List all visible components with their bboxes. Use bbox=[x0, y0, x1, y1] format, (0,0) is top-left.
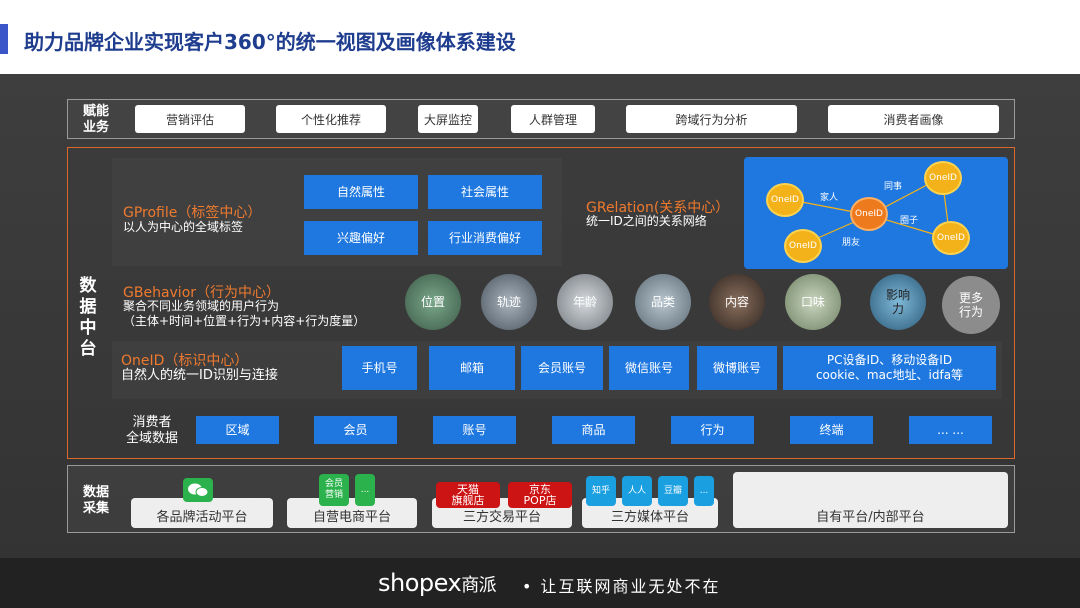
enable-business-label: 赋能 业务 bbox=[82, 104, 109, 135]
id-email[interactable]: 邮箱 bbox=[429, 346, 515, 390]
consumer-item-account[interactable]: 账号 bbox=[433, 416, 516, 444]
relation-friend: 朋友 bbox=[842, 238, 861, 248]
enable-item-marketing-eval[interactable]: 营销评估 bbox=[135, 105, 245, 133]
consumer-item-more[interactable]: ... ... bbox=[909, 416, 992, 444]
consumer-item-behavior[interactable]: 行为 bbox=[671, 416, 754, 444]
enable-item-consumer-portrait[interactable]: 消费者画像 bbox=[828, 105, 999, 133]
relation-family: 家人 bbox=[820, 193, 839, 203]
id-member-account[interactable]: 会员账号 bbox=[521, 346, 603, 390]
gprofile-title: GProfile（标签中心） bbox=[123, 205, 262, 221]
enable-item-crowd-management[interactable]: 人群管理 bbox=[511, 105, 595, 133]
tag-industry-consumption[interactable]: 行业消费偏好 bbox=[428, 221, 542, 255]
oneid-subtitle: 自然人的统一ID识别与连接 bbox=[121, 368, 278, 383]
oneid-node[interactable]: OneID bbox=[784, 229, 822, 263]
data-platform-label: 数 据 中 台 bbox=[79, 276, 97, 359]
platform-brand-activity[interactable]: 各品牌活动平台 bbox=[131, 498, 273, 528]
member-marketing-tile: 会员 营销 bbox=[319, 474, 349, 506]
platform-own-internal[interactable]: 自有平台/内部平台 bbox=[733, 472, 1008, 528]
logo-text: shopex bbox=[378, 569, 462, 597]
behavior-trajectory-icon[interactable]: 轨迹 bbox=[481, 274, 537, 330]
behavior-taste-icon[interactable]: 口味 bbox=[785, 274, 841, 330]
oneid-node[interactable]: OneID bbox=[924, 161, 962, 195]
tag-social-attr[interactable]: 社会属性 bbox=[428, 175, 542, 209]
behavior-influence-label: 影响力 bbox=[885, 288, 910, 316]
header-accent-bar bbox=[0, 24, 8, 54]
id-device-ids[interactable]: PC设备ID、移动设备ID cookie、mac地址、idfa等 bbox=[783, 346, 996, 390]
relation-colleague: 同事 bbox=[884, 182, 903, 192]
media-more-tile: ... bbox=[694, 476, 714, 506]
behavior-age-icon[interactable]: 年龄 bbox=[557, 274, 613, 330]
behavior-influence-icon[interactable]: 影响力 bbox=[870, 274, 926, 330]
page-title: 助力品牌企业实现客户360°的统一视图及画像体系建设 bbox=[24, 30, 516, 54]
id-wechat-account[interactable]: 微信账号 bbox=[609, 346, 689, 390]
behavior-location-icon[interactable]: 位置 bbox=[405, 274, 461, 330]
tmall-store-tile: 天猫 旗舰店 bbox=[436, 482, 500, 508]
enable-item-dashboard[interactable]: 大屏监控 bbox=[418, 105, 478, 133]
oneid-node[interactable]: OneID bbox=[932, 221, 970, 255]
tag-interest[interactable]: 兴趣偏好 bbox=[304, 221, 418, 255]
consumer-item-region[interactable]: 区域 bbox=[196, 416, 279, 444]
douban-tile: 豆瓣 bbox=[658, 476, 688, 506]
consumer-item-member[interactable]: 会员 bbox=[314, 416, 397, 444]
zhihu-tile: 知乎 bbox=[586, 476, 616, 506]
oneid-node[interactable]: OneID bbox=[766, 183, 804, 217]
behavior-content-icon[interactable]: 内容 bbox=[709, 274, 765, 330]
wechat-icon bbox=[183, 478, 213, 502]
behavior-category-icon[interactable]: 品类 bbox=[635, 274, 691, 330]
consumer-item-terminal[interactable]: 终端 bbox=[790, 416, 873, 444]
id-weibo-account[interactable]: 微博账号 bbox=[697, 346, 777, 390]
relation-network: OneID OneID OneID OneID OneID 家人 同事 朋友 圈… bbox=[744, 157, 1008, 269]
oneid-title: OneID（标识中心） bbox=[121, 353, 249, 369]
id-phone[interactable]: 手机号 bbox=[342, 346, 417, 390]
oneid-node-center[interactable]: OneID bbox=[850, 197, 888, 231]
logo-cn-text: 商派 bbox=[461, 575, 497, 596]
relation-circle: 圈子 bbox=[900, 216, 919, 226]
gbehavior-line2: （主体+时间+位置+行为+内容+行为度量） bbox=[123, 314, 366, 328]
grelation-subtitle: 统一ID之间的关系网络 bbox=[586, 214, 707, 228]
jd-pop-store-tile: 京东 POP店 bbox=[508, 482, 572, 508]
platform-self-ecommerce[interactable]: 自营电商平台 bbox=[287, 498, 417, 528]
ecom-more-tile: ... bbox=[355, 474, 375, 506]
footer-slogan: • 让互联网商业无处不在 bbox=[522, 577, 721, 596]
consumer-item-product[interactable]: 商品 bbox=[552, 416, 635, 444]
gbehavior-line1: 聚合不同业务领域的用户行为 bbox=[123, 299, 280, 313]
consumer-data-label: 消费者 全域数据 bbox=[125, 415, 178, 446]
renren-tile: 人人 bbox=[622, 476, 652, 506]
gprofile-subtitle: 以人为中心的全域标签 bbox=[123, 220, 244, 234]
shopex-logo: shopex商派 bbox=[378, 569, 497, 597]
enable-item-cross-domain-analysis[interactable]: 跨域行为分析 bbox=[626, 105, 797, 133]
tag-natural-attr[interactable]: 自然属性 bbox=[304, 175, 418, 209]
enable-item-recommendation[interactable]: 个性化推荐 bbox=[276, 105, 386, 133]
behavior-more-label: 更多行为 bbox=[958, 291, 983, 319]
data-collection-label: 数据 采集 bbox=[82, 485, 109, 516]
behavior-more-icon[interactable]: 更多行为 bbox=[942, 276, 1000, 334]
